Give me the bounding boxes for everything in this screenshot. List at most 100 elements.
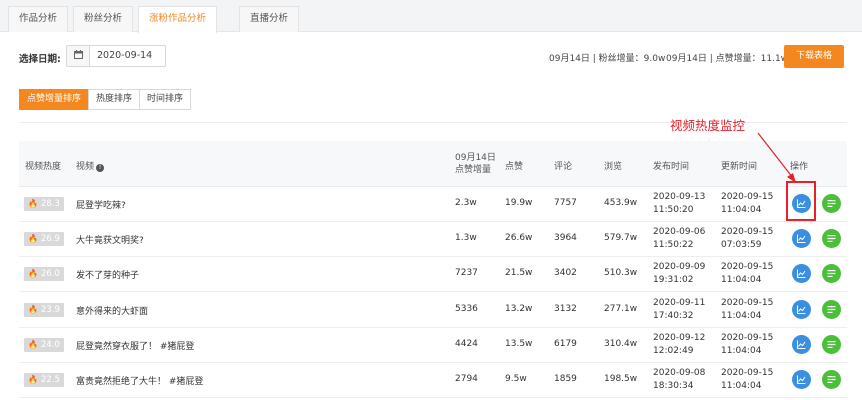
published-time: 2020-09-08 18:30:34 bbox=[653, 367, 705, 393]
heat-value: 22.5 bbox=[41, 375, 60, 385]
views-value: 310.4w bbox=[604, 338, 638, 349]
video-title[interactable]: 大牛竟获文明奖? bbox=[76, 233, 144, 246]
comments-value: 3402 bbox=[554, 268, 577, 279]
calendar-icon bbox=[67, 46, 90, 66]
header-updated-time: 更新时间 bbox=[721, 162, 758, 172]
table-header: 视频热度 视频! 09月14日 点赞增量 点赞 评论 浏览 发布时间 更新时间 … bbox=[19, 141, 847, 187]
details-list-button[interactable] bbox=[822, 370, 841, 389]
header-likes-increase: 09月14日 点赞增量 bbox=[455, 152, 496, 176]
likes-increase-value: 2794 bbox=[455, 374, 478, 384]
views-value: 453.9w bbox=[604, 198, 638, 208]
heat-monitor-chart-button[interactable] bbox=[792, 299, 811, 319]
video-title[interactable]: 屁登竟然穿衣服了！ #猪屁登 bbox=[76, 339, 194, 352]
heat-monitor-chart-button[interactable] bbox=[792, 334, 811, 354]
updated-time: 2020-09-15 11:04:04 bbox=[721, 261, 773, 287]
details-list-button[interactable] bbox=[822, 229, 841, 249]
updated-date: 2020-09-15 bbox=[721, 332, 774, 343]
line-chart-icon bbox=[797, 269, 806, 279]
date-picker[interactable]: 2020-09-14 bbox=[66, 45, 166, 67]
updated-clock: 11:04:04 bbox=[721, 345, 762, 356]
tab-bar: 作品分析 粉丝分析 涨粉作品分析 直播分析 bbox=[0, 0, 862, 33]
published-date: 2020-09-13 bbox=[653, 192, 706, 202]
likes-value: 21.5w bbox=[505, 268, 533, 279]
updated-date: 2020-09-15 bbox=[721, 297, 774, 308]
likes-value: 19.9w bbox=[505, 198, 533, 208]
header-comments: 评论 bbox=[554, 162, 573, 172]
table-row: 🔥 24.0 屁登竟然穿衣服了！ #猪屁登 4424 13.5w 6179 31… bbox=[19, 328, 847, 363]
download-table-button[interactable]: 下载表格 bbox=[784, 45, 844, 68]
tab-fans-analysis[interactable]: 粉丝分析 bbox=[73, 6, 134, 32]
likes-increase-summary: 09月14日 | 点赞增量：11.1w bbox=[666, 54, 789, 64]
line-chart-icon bbox=[797, 305, 806, 314]
header-video: 视频! bbox=[76, 161, 105, 173]
list-icon bbox=[827, 340, 836, 348]
likes-increase-value: 5336 bbox=[455, 303, 478, 314]
flame-icon: 🔥 bbox=[28, 234, 38, 244]
likes-value: 13.2w bbox=[505, 303, 533, 314]
likes-increase-value: 7237 bbox=[455, 268, 478, 279]
video-title[interactable]: 富贵竟然拒绝了大牛！ #猪屁登 bbox=[76, 374, 203, 387]
video-title[interactable]: 屁登学吃辣? bbox=[76, 198, 126, 211]
details-list-button[interactable] bbox=[822, 299, 841, 319]
updated-clock: 07:03:59 bbox=[721, 240, 762, 251]
header-heat: 视频热度 bbox=[25, 162, 62, 172]
sort-by-time-button[interactable]: 时间排序 bbox=[139, 89, 192, 110]
tab-label: 粉丝分析 bbox=[84, 13, 123, 24]
video-title[interactable]: 意外得来的大虾面 bbox=[76, 304, 148, 317]
sort-by-heat-button[interactable]: 热度排序 bbox=[88, 89, 141, 110]
heat-monitor-chart-button[interactable] bbox=[792, 229, 811, 249]
details-list-button[interactable] bbox=[822, 194, 841, 213]
heat-monitor-chart-button[interactable] bbox=[792, 264, 811, 284]
header-views: 浏览 bbox=[604, 162, 623, 172]
published-date: 2020-09-08 bbox=[653, 368, 706, 378]
published-clock: 17:40:32 bbox=[653, 310, 694, 321]
heat-badge: 🔥 24.0 bbox=[24, 337, 64, 352]
updated-clock: 11:04:04 bbox=[721, 310, 762, 321]
list-icon bbox=[827, 270, 836, 278]
heat-value: 26.9 bbox=[41, 234, 60, 245]
annotation-highlight-box bbox=[786, 181, 816, 221]
heat-value: 24.0 bbox=[41, 339, 60, 350]
line-chart-icon bbox=[797, 234, 806, 244]
header-video-label: 视频 bbox=[76, 162, 95, 172]
info-icon[interactable]: ! bbox=[96, 164, 105, 172]
likes-increase-value: 4424 bbox=[455, 338, 478, 349]
flame-icon: 🔥 bbox=[28, 304, 38, 314]
published-date: 2020-09-12 bbox=[653, 332, 706, 343]
updated-time: 2020-09-15 11:04:04 bbox=[721, 297, 773, 323]
sort-button-group: 点赞增量排序 热度排序 时间排序 bbox=[19, 89, 192, 110]
flame-icon: 🔥 bbox=[28, 269, 38, 279]
tab-label: 涨粉作品分析 bbox=[149, 13, 207, 24]
published-time: 2020-09-09 19:31:02 bbox=[653, 261, 705, 287]
details-list-button[interactable] bbox=[822, 334, 841, 354]
details-list-button[interactable] bbox=[822, 264, 841, 284]
published-date: 2020-09-11 bbox=[653, 297, 706, 308]
updated-time: 2020-09-15 11:04:04 bbox=[721, 332, 773, 358]
line-chart-icon bbox=[797, 340, 806, 349]
heat-value: 28.3 bbox=[41, 199, 60, 209]
heat-monitor-chart-button[interactable] bbox=[792, 370, 811, 389]
tab-live-analysis[interactable]: 直播分析 bbox=[239, 6, 300, 32]
video-title[interactable]: 发不了芽的种子 bbox=[76, 268, 139, 281]
comments-value: 1859 bbox=[554, 374, 577, 384]
table-row: 🔥 26.0 发不了芽的种子 7237 21.5w 3402 510.3w 20… bbox=[19, 257, 847, 293]
updated-time: 2020-09-15 11:04:04 bbox=[721, 367, 773, 393]
updated-clock: 11:04:04 bbox=[721, 205, 762, 215]
tab-works-analysis[interactable]: 作品分析 bbox=[8, 6, 69, 32]
heat-badge: 🔥 26.9 bbox=[24, 232, 64, 247]
published-clock: 18:30:34 bbox=[653, 381, 694, 391]
updated-clock: 11:04:04 bbox=[721, 381, 762, 391]
updated-time: 2020-09-15 11:04:04 bbox=[721, 191, 773, 217]
table-row: 🔥 23.9 意外得来的大虾面 5336 13.2w 3132 277.1w 2… bbox=[19, 293, 847, 328]
heat-badge: 🔥 23.9 bbox=[24, 302, 64, 317]
flame-icon: 🔥 bbox=[28, 375, 38, 384]
heat-value: 23.9 bbox=[41, 304, 60, 315]
sort-by-likes-increase-button[interactable]: 点赞增量排序 bbox=[19, 89, 90, 110]
likes-value: 9.5w bbox=[505, 374, 527, 384]
heat-badge: 🔥 22.5 bbox=[24, 373, 64, 387]
tab-label: 直播分析 bbox=[250, 13, 289, 24]
likes-value: 26.6w bbox=[505, 233, 533, 244]
tab-fan-growth-works-analysis[interactable]: 涨粉作品分析 bbox=[138, 6, 218, 33]
flame-icon: 🔥 bbox=[28, 339, 38, 349]
updated-date: 2020-09-15 bbox=[721, 227, 774, 238]
